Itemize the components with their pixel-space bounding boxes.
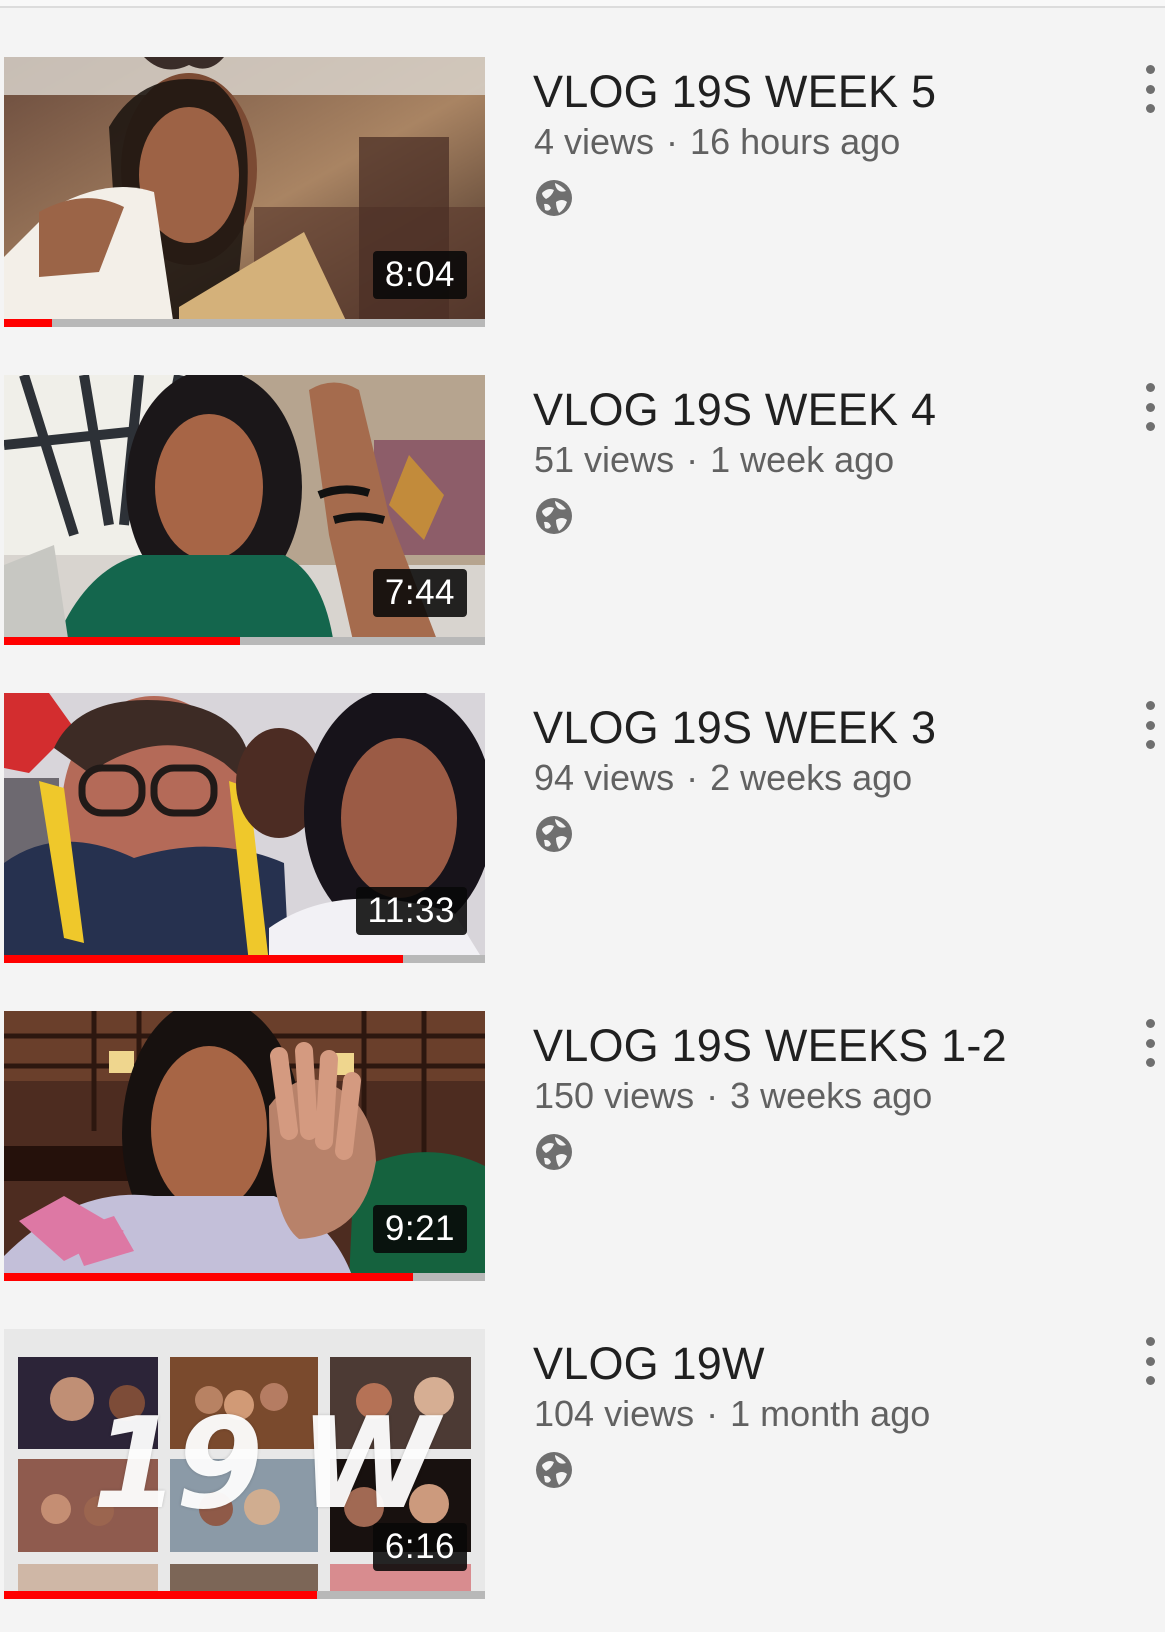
watch-progress-fill (4, 637, 240, 645)
menu-dot (1145, 1019, 1155, 1028)
menu-dot (1145, 422, 1155, 431)
more-vert-icon[interactable] (1138, 701, 1162, 749)
menu-dot (1145, 1058, 1155, 1067)
globe-icon (536, 1452, 572, 1488)
video-thumbnail[interactable]: 9:21 (4, 1011, 485, 1281)
globe-icon (536, 180, 572, 216)
menu-dot (1145, 740, 1155, 749)
globe-icon (536, 816, 572, 852)
menu-dot (1145, 65, 1155, 74)
video-duration: 11:33 (355, 887, 467, 935)
upload-age: 1 week ago (710, 439, 895, 480)
menu-dot (1145, 1356, 1155, 1366)
video-row-week-5[interactable]: 8:04 VLOG 19S WEEK 5 4 views · 16 hours ag… (0, 57, 1165, 347)
metadata-separator: · (666, 121, 679, 162)
watch-progress-track (4, 1591, 485, 1599)
video-list: 8:04 VLOG 19S WEEK 5 4 views · 16 hours ag… (0, 0, 1165, 1632)
view-count: 104 views (534, 1393, 695, 1434)
watch-progress-track (4, 637, 485, 645)
video-metadata: 51 views · 1 week ago (534, 439, 894, 481)
video-title[interactable]: VLOG 19S WEEKS 1-2 (533, 1019, 1007, 1073)
globe-icon (536, 498, 572, 534)
menu-dot (1145, 701, 1155, 710)
video-thumbnail[interactable]: 8:04 (4, 57, 485, 327)
menu-dot (1145, 104, 1155, 113)
metadata-separator: · (686, 757, 699, 798)
menu-dot (1145, 1337, 1155, 1346)
watch-progress-track (4, 319, 485, 327)
more-vert-icon[interactable] (1138, 1019, 1162, 1067)
video-duration: 8:04 (372, 251, 467, 299)
watch-progress-track (4, 1273, 485, 1281)
upload-age: 1 month ago (730, 1393, 931, 1434)
menu-dot (1145, 1038, 1155, 1048)
video-metadata: 150 views · 3 weeks ago (534, 1075, 932, 1117)
view-count: 4 views (534, 121, 655, 162)
view-count: 150 views (534, 1075, 695, 1116)
video-title[interactable]: VLOG 19S WEEK 4 (533, 383, 936, 437)
video-thumbnail[interactable]: 7:44 (4, 375, 485, 645)
video-duration: 9:21 (372, 1205, 467, 1253)
more-vert-icon[interactable] (1138, 1337, 1162, 1385)
more-vert-icon[interactable] (1138, 383, 1162, 431)
thumbnail-overlay-text: 19 W (92, 1390, 438, 1537)
view-count: 94 views (534, 757, 675, 798)
video-row-19w[interactable]: 19 W 6:16 VLOG 19W 104 views · 1 month ago (0, 1329, 1165, 1619)
video-duration: 6:16 (372, 1523, 467, 1571)
menu-dot (1145, 402, 1155, 412)
menu-dot (1145, 383, 1155, 392)
menu-dot (1145, 84, 1155, 94)
video-duration: 7:44 (372, 569, 467, 617)
watch-progress-fill (4, 1273, 413, 1281)
video-row-weeks-1-2[interactable]: 9:21 VLOG 19S WEEKS 1-2 150 views · 3 week… (0, 1011, 1165, 1301)
more-vert-icon[interactable] (1138, 65, 1162, 113)
video-row-week-4[interactable]: 7:44 VLOG 19S WEEK 4 51 views · 1 week ago (0, 375, 1165, 665)
menu-dot (1145, 1376, 1155, 1385)
video-metadata: 94 views · 2 weeks ago (534, 757, 912, 799)
upload-age: 3 weeks ago (730, 1075, 933, 1116)
watch-progress-fill (4, 1591, 317, 1599)
globe-icon (536, 1134, 572, 1170)
video-title[interactable]: VLOG 19S WEEK 3 (533, 701, 936, 755)
video-thumbnail[interactable]: 19 W 6:16 (4, 1329, 485, 1599)
video-title[interactable]: VLOG 19W (533, 1337, 765, 1391)
video-metadata: 4 views · 16 hours ago (534, 121, 900, 163)
watch-progress-fill (4, 319, 53, 327)
metadata-separator: · (706, 1393, 719, 1434)
watch-progress-track (4, 955, 485, 963)
upload-age: 2 weeks ago (710, 757, 913, 798)
video-title[interactable]: VLOG 19S WEEK 5 (533, 65, 936, 119)
menu-dot (1145, 720, 1155, 730)
video-metadata: 104 views · 1 month ago (534, 1393, 930, 1435)
video-thumbnail[interactable]: 11:33 (4, 693, 485, 963)
upload-age: 16 hours ago (690, 121, 901, 162)
view-count: 51 views (534, 439, 675, 480)
metadata-separator: · (706, 1075, 719, 1116)
video-row-week-3[interactable]: 11:33 VLOG 19S WEEK 3 94 views · 2 weeks a… (0, 693, 1165, 983)
watch-progress-fill (4, 955, 404, 963)
metadata-separator: · (686, 439, 699, 480)
